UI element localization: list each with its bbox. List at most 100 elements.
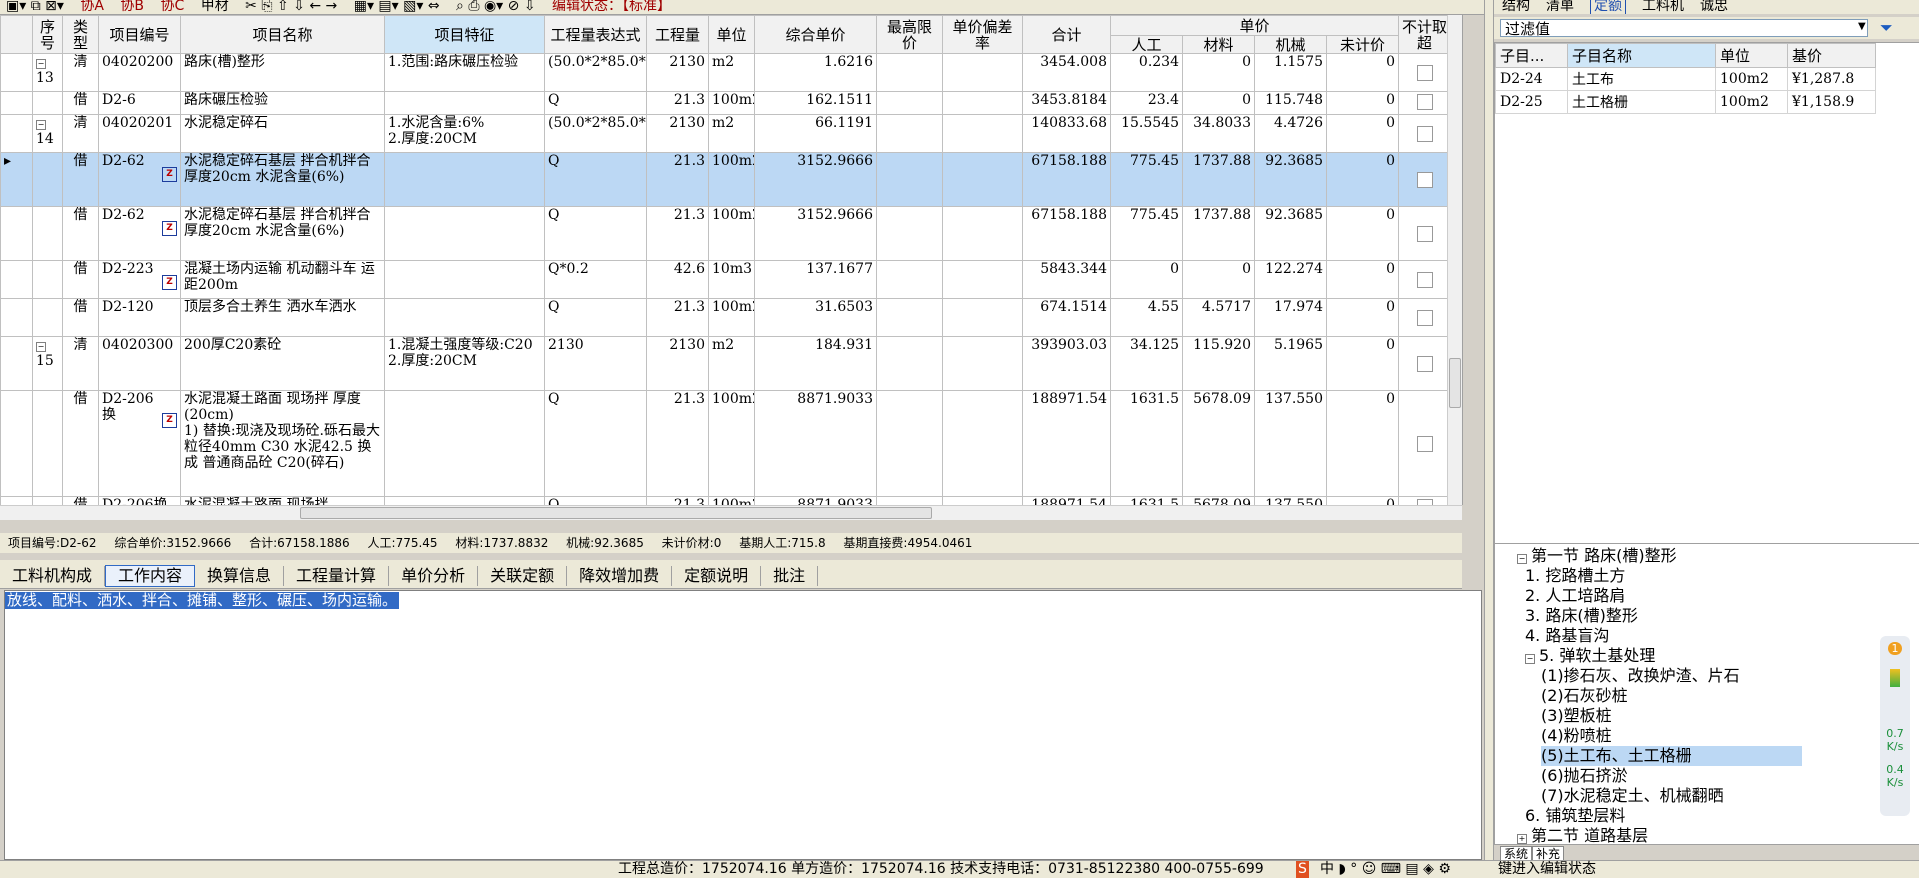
cell-no-exceed[interactable]	[1398, 390, 1452, 497]
chevron-down-icon[interactable]: ▼	[1858, 21, 1866, 32]
cell-no-exceed[interactable]	[1398, 152, 1452, 207]
cell-deviation[interactable]	[942, 114, 1023, 153]
cell-name[interactable]: 顶层多合土养生 洒水车洒水	[180, 298, 385, 337]
cell-indicator[interactable]	[0, 336, 33, 391]
quota-list-row[interactable]: D2-24 土工布 100m2 ¥1,287.8	[1495, 67, 1876, 91]
tab-9[interactable]: 批注	[761, 566, 819, 586]
cell-labor[interactable]: 1631.5	[1110, 496, 1183, 505]
tree-item[interactable]: 6. 铺筑垫层料	[1525, 806, 1625, 826]
cell-indicator[interactable]	[0, 298, 33, 337]
cell-material[interactable]: 5678.09	[1182, 390, 1255, 497]
cell-name[interactable]: 水泥混凝土路面 现场拌 厚度(20cm) 1) 替换:现浇及现场砼.砾石最大粒径…	[180, 390, 385, 497]
toolbar-item-xiec[interactable]: 协C	[160, 0, 184, 13]
cell-max-price[interactable]	[876, 496, 943, 505]
quota-row[interactable]: 借 D2-206换 水泥混凝土路面 现场拌 Q 21.3 100m2 8871.9033 18…	[0, 496, 1462, 505]
cell-material[interactable]: 34.8033	[1182, 114, 1255, 153]
collapse-icon[interactable]: −	[1517, 554, 1527, 564]
cell-max-price[interactable]	[876, 206, 943, 261]
quota-row[interactable]: ▸ 借 Z D2-62 水泥稳定碎石基层 拌合机拌合 厚度20cm 水泥含量(6%) Q 2…	[0, 152, 1462, 207]
cell-material[interactable]: 0	[1182, 260, 1255, 299]
cell-max-price[interactable]	[876, 53, 943, 92]
toolbar-edit-icons[interactable]: ✂ ⎘ ⇧ ⇩ ← →	[245, 0, 337, 13]
cell-no-exceed[interactable]	[1398, 496, 1452, 505]
cell-name[interactable]: 混凝土场内运输 机动翻斗车 运距200m	[180, 260, 385, 299]
cell-type[interactable]: 借	[62, 390, 99, 497]
cell-machine[interactable]: 122.274	[1254, 260, 1327, 299]
cell-total[interactable]: 5843.344	[1022, 260, 1111, 299]
cell-feature[interactable]	[384, 152, 545, 207]
cell-total[interactable]: 67158.188	[1022, 206, 1111, 261]
cell-code[interactable]: 04020201	[98, 114, 181, 153]
tree-item[interactable]: (4)粉喷桩	[1541, 726, 1612, 746]
cell-expr[interactable]: Q	[544, 206, 647, 261]
cell-name[interactable]: 水泥稳定碎石基层 拌合机拌合 厚度20cm 水泥含量(6%)	[180, 152, 385, 207]
cell-max-price[interactable]	[876, 114, 943, 153]
cell-uncounted[interactable]: 0	[1325, 496, 1400, 505]
cell-indicator[interactable]	[0, 390, 33, 497]
cell-indicator[interactable]	[0, 91, 33, 115]
grid-vertical-scrollbar[interactable]	[1447, 15, 1462, 505]
col-max-price[interactable]: 最高限价	[876, 15, 943, 54]
cell-seq[interactable]	[32, 298, 63, 337]
cell-deviation[interactable]	[942, 206, 1023, 261]
col-deviation[interactable]: 单价偏差率	[942, 15, 1023, 54]
cell-labor[interactable]: 775.45	[1110, 152, 1183, 207]
cell-max-price[interactable]	[876, 336, 943, 391]
cell-total[interactable]: 140833.68	[1022, 114, 1111, 153]
cell-code[interactable]: D2-206换	[98, 496, 181, 505]
cell-unit-price[interactable]: 31.6503	[754, 298, 877, 337]
filter-icon[interactable]: ⏷	[1880, 18, 1893, 38]
quota-col-unit[interactable]: 单位	[1715, 43, 1788, 68]
cell-material[interactable]: 0	[1182, 91, 1255, 115]
no-exceed-checkbox[interactable]	[1416, 226, 1433, 242]
right-tab-3[interactable]: 定额	[1590, 0, 1626, 14]
tree-item[interactable]: + 第二节 道路基层	[1517, 826, 1648, 846]
cell-type[interactable]: 借	[62, 91, 99, 115]
quota-col-sub[interactable]: 子目...	[1495, 43, 1568, 68]
cell-max-price[interactable]	[876, 260, 943, 299]
col-uncounted[interactable]: 未计价	[1325, 35, 1400, 54]
cell-qty[interactable]: 21.3	[646, 91, 709, 115]
cell-no-exceed[interactable]	[1398, 53, 1452, 92]
tree-item[interactable]: (5)土工布、土工格栅	[1541, 746, 1802, 766]
col-no-exceed[interactable]: 不计取超	[1398, 15, 1452, 54]
right-tab-5[interactable]: 诚忠	[1700, 0, 1728, 14]
quota-cell-unit[interactable]: 100m2	[1715, 67, 1788, 91]
cell-qty[interactable]: 21.3	[646, 298, 709, 337]
cell-expr[interactable]: Q*0.2	[544, 260, 647, 299]
cell-material[interactable]: 5678.09	[1182, 496, 1255, 505]
quota-col-price[interactable]: 基价	[1787, 43, 1876, 68]
collapse-icon[interactable]: −	[1525, 654, 1535, 664]
toolbar-find-icons[interactable]: ⌕ ⎙ ◉▾ ⊘ ⇩	[456, 0, 536, 13]
toolbar-view-icons[interactable]: ▦▾ ▤▾ ▧▾ ⇔	[354, 0, 440, 13]
network-speed-widget[interactable]: 1 0.7 K/s 0.4 K/s	[1880, 636, 1910, 816]
cell-unit[interactable]: 100m2	[708, 390, 755, 497]
cell-material[interactable]: 1737.88	[1182, 206, 1255, 261]
cell-indicator[interactable]: ▸	[0, 152, 33, 207]
cell-uncounted[interactable]: 0	[1325, 260, 1400, 299]
bill-row[interactable]: −13 清 04020200 路床(槽)整形 1.范围:路床碾压检验 (50.0*2*85…	[0, 53, 1462, 92]
quota-col-name[interactable]: 子目名称	[1567, 43, 1716, 68]
tab-3[interactable]: 换算信息	[195, 566, 285, 586]
cell-code[interactable]: Z D2-62	[98, 152, 181, 207]
cell-labor[interactable]: 15.5545	[1110, 114, 1183, 153]
cell-labor[interactable]: 1631.5	[1110, 390, 1183, 497]
cell-deviation[interactable]	[942, 53, 1023, 92]
col-machine[interactable]: 机械	[1254, 35, 1327, 54]
cell-deviation[interactable]	[942, 336, 1023, 391]
cell-unit[interactable]: m2	[708, 53, 755, 92]
cell-labor[interactable]: 23.4	[1110, 91, 1183, 115]
cell-labor[interactable]: 34.125	[1110, 336, 1183, 391]
cell-unit-price[interactable]: 184.931	[754, 336, 877, 391]
cell-unit[interactable]: 10m3	[708, 260, 755, 299]
input-method-icon[interactable]: S	[1296, 861, 1309, 878]
quota-row[interactable]: 借 Z D2-223 混凝土场内运输 机动翻斗车 运距200m Q*0.2 42.6 10m…	[0, 260, 1462, 299]
col-name[interactable]: 项目名称	[180, 15, 385, 54]
cell-no-exceed[interactable]	[1398, 206, 1452, 261]
cell-seq[interactable]	[32, 206, 63, 261]
panel-splitter[interactable]	[1484, 0, 1494, 860]
cell-feature[interactable]	[384, 206, 545, 261]
cell-qty[interactable]: 2130	[646, 336, 709, 391]
cell-seq[interactable]	[32, 260, 63, 299]
cell-qty[interactable]: 21.3	[646, 390, 709, 497]
